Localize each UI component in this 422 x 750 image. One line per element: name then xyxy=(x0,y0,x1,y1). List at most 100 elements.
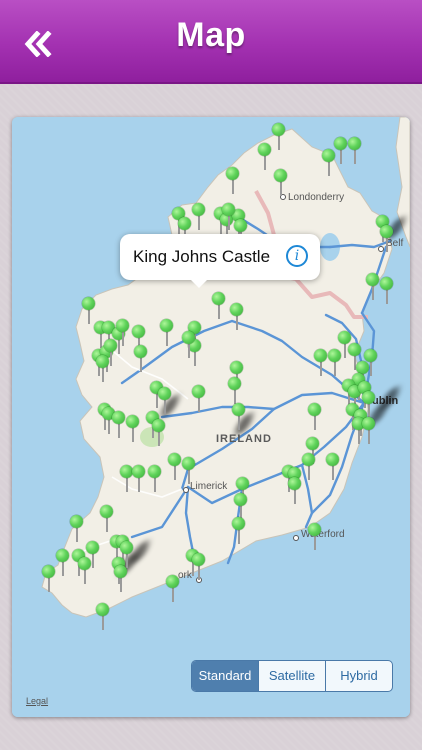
pin-stick xyxy=(280,181,282,196)
map-pin[interactable] xyxy=(366,273,380,301)
pin-head xyxy=(234,493,247,506)
map-pin[interactable] xyxy=(326,453,340,481)
map-pin[interactable] xyxy=(288,477,302,505)
map-pin[interactable] xyxy=(232,403,246,431)
map-pin[interactable] xyxy=(212,292,226,320)
map-pin[interactable] xyxy=(258,143,272,171)
pin-stick xyxy=(332,465,334,480)
pin-head xyxy=(212,292,225,305)
pin-stick xyxy=(308,465,310,480)
map-pin[interactable] xyxy=(308,523,322,551)
map-pin[interactable] xyxy=(132,465,146,493)
waterford-marker xyxy=(293,535,299,541)
map-pin[interactable] xyxy=(160,319,174,347)
map-pin[interactable] xyxy=(322,149,336,177)
pin-stick xyxy=(386,289,388,304)
map-pin[interactable] xyxy=(134,345,148,373)
map-pin[interactable] xyxy=(168,453,182,481)
info-icon[interactable]: i xyxy=(286,245,308,267)
pin-stick xyxy=(158,431,160,446)
pin-stick xyxy=(228,215,230,230)
pin-stick xyxy=(126,477,128,492)
map-pin[interactable] xyxy=(272,123,286,151)
pin-stick xyxy=(172,587,174,602)
map-pin[interactable] xyxy=(226,167,240,195)
map-pin[interactable] xyxy=(362,417,376,445)
map-type-standard[interactable]: Standard xyxy=(192,661,259,691)
pin-stick xyxy=(48,577,50,592)
pin-stick xyxy=(368,403,370,418)
pin-head xyxy=(132,325,145,338)
map-pin[interactable] xyxy=(126,415,140,443)
pin-stick xyxy=(76,527,78,542)
pin-stick xyxy=(236,315,238,330)
map-pin[interactable] xyxy=(192,385,206,413)
pin-head xyxy=(120,541,133,554)
map-type-hybrid[interactable]: Hybrid xyxy=(326,661,392,691)
pin-head xyxy=(126,415,139,428)
map-pin[interactable] xyxy=(192,553,206,581)
map-pin[interactable] xyxy=(56,549,70,577)
pin-stick xyxy=(264,155,266,170)
pin-stick xyxy=(132,427,134,442)
pin-stick xyxy=(188,469,190,484)
pin-stick xyxy=(84,569,86,584)
limerick-marker xyxy=(183,487,189,493)
pin-head xyxy=(96,603,109,616)
map-view[interactable]: Londonderry Belf ublin IRELAND Limerick … xyxy=(12,117,410,717)
pin-stick xyxy=(198,215,200,230)
map-callout[interactable]: King Johns Castle i xyxy=(120,234,320,288)
pin-stick xyxy=(344,343,346,358)
map-type-satellite[interactable]: Satellite xyxy=(259,661,326,691)
map-pin[interactable] xyxy=(78,557,92,585)
map-pin[interactable] xyxy=(380,277,394,305)
pin-head xyxy=(226,167,239,180)
pin-stick xyxy=(174,465,176,480)
pin-head xyxy=(222,203,235,216)
map-pin[interactable] xyxy=(158,387,172,415)
map-pin[interactable] xyxy=(182,457,196,485)
map-pin[interactable] xyxy=(308,403,322,431)
map-pin[interactable] xyxy=(152,419,166,447)
map-pin[interactable] xyxy=(166,575,180,603)
map-pin[interactable] xyxy=(380,225,394,253)
map-pin[interactable] xyxy=(112,411,126,439)
pin-head xyxy=(116,319,129,332)
map-pin[interactable] xyxy=(232,517,246,545)
pin-stick xyxy=(234,389,236,404)
pin-head xyxy=(288,477,301,490)
pin-head xyxy=(302,453,315,466)
map-pin[interactable] xyxy=(348,137,362,165)
pin-head xyxy=(96,355,109,368)
map-pin[interactable] xyxy=(302,453,316,481)
pin-head xyxy=(348,343,361,356)
pin-head xyxy=(362,391,375,404)
pin-stick xyxy=(118,423,120,438)
pin-head xyxy=(380,277,393,290)
map-pin[interactable] xyxy=(230,303,244,331)
pin-head xyxy=(168,453,181,466)
map-pin[interactable] xyxy=(274,169,288,197)
pin-stick xyxy=(166,331,168,346)
legal-link[interactable]: Legal xyxy=(26,696,48,706)
pin-stick xyxy=(238,415,240,430)
map-pin[interactable] xyxy=(100,505,114,533)
pin-head xyxy=(56,549,69,562)
map-pin[interactable] xyxy=(334,137,348,165)
pin-head xyxy=(104,339,117,352)
map-pin[interactable] xyxy=(182,331,196,359)
map-pin[interactable] xyxy=(116,319,130,347)
map-pin[interactable] xyxy=(70,515,84,543)
map-pin[interactable] xyxy=(192,203,206,231)
page-title: Map xyxy=(176,16,246,54)
pin-head xyxy=(192,203,205,216)
map-pin[interactable] xyxy=(228,377,242,405)
map-pin[interactable] xyxy=(42,565,56,593)
pin-head xyxy=(78,557,91,570)
map-pin[interactable] xyxy=(96,355,110,383)
pin-head xyxy=(42,565,55,578)
map-pin[interactable] xyxy=(148,465,162,493)
map-pin[interactable] xyxy=(96,603,110,631)
map-pin[interactable] xyxy=(314,349,328,377)
map-pin[interactable] xyxy=(114,565,128,593)
